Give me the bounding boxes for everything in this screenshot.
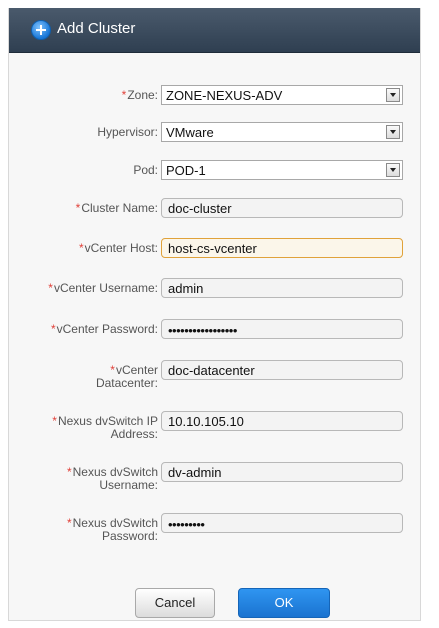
zone-label: *Zone: <box>121 88 158 102</box>
dialog-titlebar: Add Cluster <box>9 8 420 53</box>
vcenter-host-input[interactable]: host-cs-vcenter <box>161 238 403 258</box>
add-cluster-dialog: Add Cluster *Zone: ZONE-NEXUS-ADV Hyperv… <box>8 8 421 621</box>
vcenter-password-value: ••••••••••••••••• <box>168 323 237 338</box>
vcenter-username-label: *vCenter Username: <box>48 281 158 295</box>
nexus-ip-input[interactable]: 10.10.105.10 <box>161 411 403 431</box>
pod-label: Pod: <box>133 163 158 177</box>
zone-value: ZONE-NEXUS-ADV <box>166 88 283 103</box>
vcenter-host-value: host-cs-vcenter <box>168 241 257 256</box>
vcenter-password-label: *vCenter Password: <box>50 322 158 336</box>
cluster-name-label: *Cluster Name: <box>75 201 158 215</box>
hypervisor-select[interactable]: VMware <box>161 122 403 142</box>
vcenter-datacenter-input[interactable]: doc-datacenter <box>161 360 403 380</box>
hypervisor-value: VMware <box>166 125 214 140</box>
dialog-title: Add Cluster <box>57 20 136 37</box>
vcenter-datacenter-label: *vCenter Datacenter: <box>95 363 158 390</box>
pod-value: POD-1 <box>166 163 206 178</box>
chevron-down-icon[interactable] <box>386 125 400 139</box>
pod-select[interactable]: POD-1 <box>161 160 403 180</box>
vcenter-password-input[interactable]: ••••••••••••••••• <box>161 319 403 339</box>
cluster-name-input[interactable]: doc-cluster <box>161 198 403 218</box>
vcenter-datacenter-value: doc-datacenter <box>168 363 255 378</box>
nexus-username-input[interactable]: dv-admin <box>161 462 403 482</box>
chevron-down-icon[interactable] <box>386 163 400 177</box>
nexus-username-label: *Nexus dvSwitch Username: <box>66 465 158 492</box>
zone-select[interactable]: ZONE-NEXUS-ADV <box>161 85 403 105</box>
nexus-ip-value: 10.10.105.10 <box>168 414 244 429</box>
chevron-down-icon[interactable] <box>386 88 400 102</box>
hypervisor-label: Hypervisor: <box>97 125 158 139</box>
vcenter-host-label: *vCenter Host: <box>78 241 158 255</box>
cluster-name-value: doc-cluster <box>168 201 232 216</box>
cancel-button[interactable]: Cancel <box>135 588 215 618</box>
nexus-ip-label: *Nexus dvSwitch IP Address: <box>52 414 158 441</box>
nexus-username-value: dv-admin <box>168 465 222 480</box>
nexus-password-label: *Nexus dvSwitch Password: <box>66 516 158 543</box>
ok-button[interactable]: OK <box>238 588 330 618</box>
plus-circle-icon <box>31 20 51 40</box>
vcenter-username-input[interactable]: admin <box>161 278 403 298</box>
nexus-password-value: ••••••••• <box>168 517 205 532</box>
nexus-password-input[interactable]: ••••••••• <box>161 513 403 533</box>
vcenter-username-value: admin <box>168 281 204 296</box>
